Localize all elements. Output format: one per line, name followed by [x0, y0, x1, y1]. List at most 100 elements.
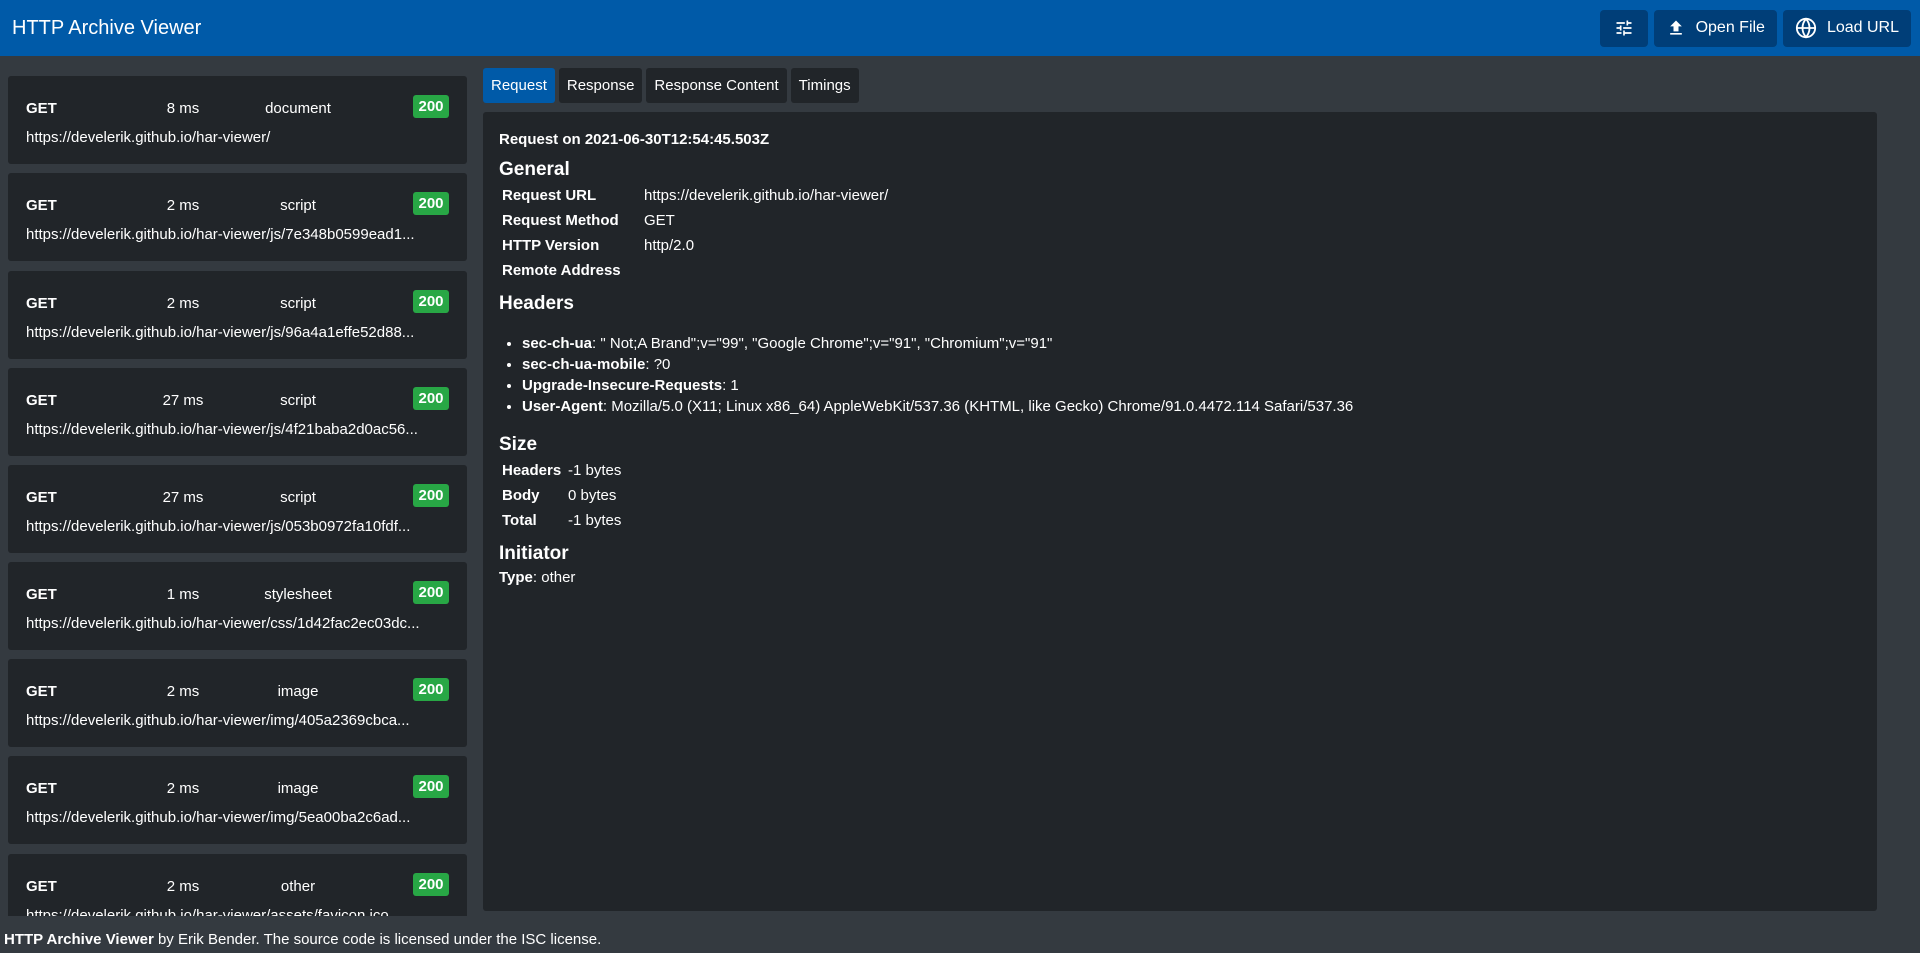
sliders-icon: [1614, 18, 1634, 38]
request-list[interactable]: GET 8 ms document 200 https://develerik.…: [0, 66, 476, 916]
request-item[interactable]: GET 2 ms script 200 https://develerik.gi…: [8, 271, 467, 359]
request-item[interactable]: GET 1 ms stylesheet 200 https://develeri…: [8, 562, 467, 650]
tab-timings[interactable]: Timings: [790, 68, 859, 103]
request-type: script: [280, 392, 316, 409]
general-row: Remote Address: [502, 262, 644, 279]
request-url: https://develerik.github.io/har-viewer/j…: [26, 421, 418, 438]
general-key: Remote Address: [502, 262, 621, 279]
general-heading: General: [499, 159, 570, 180]
size-row: Body 0 bytes: [502, 487, 616, 504]
tab-response-content[interactable]: Response Content: [646, 68, 787, 103]
detail-tabs: Request Response Response Content Timing…: [483, 68, 859, 103]
request-method: GET: [26, 100, 57, 117]
general-value: http/2.0: [644, 237, 695, 254]
general-value: GET: [644, 212, 675, 229]
general-row: Request URL https://develerik.github.io/…: [502, 187, 888, 204]
request-item[interactable]: GET 27 ms script 200 https://develerik.g…: [8, 465, 467, 553]
request-url: https://develerik.github.io/har-viewer/j…: [26, 518, 411, 535]
header-value: : 1: [722, 377, 739, 394]
size-value: 0 bytes: [568, 487, 617, 504]
request-method: GET: [26, 197, 57, 214]
request-url: https://develerik.github.io/har-viewer/i…: [26, 809, 411, 826]
header-item: Upgrade-Insecure-Requests: 1: [522, 375, 1353, 396]
status-badge: 200: [413, 581, 449, 604]
footer-text: by Erik Bender. The source code is licen…: [153, 931, 602, 948]
open-file-label: Open File: [1695, 19, 1765, 36]
request-time: 2 ms: [166, 197, 200, 214]
general-row: Request Method GET: [502, 212, 675, 229]
header-key: sec-ch-ua-mobile: [522, 356, 646, 373]
request-type: other: [280, 878, 316, 895]
status-badge: 200: [413, 678, 449, 701]
headers-heading: Headers: [499, 293, 574, 314]
header-value: : ?0: [645, 356, 671, 373]
initiator-key: Type: [499, 569, 533, 586]
footer-app-name: HTTP Archive Viewer: [4, 931, 154, 948]
initiator-row: Type: other: [499, 569, 575, 586]
load-url-button[interactable]: Load URL: [1782, 9, 1911, 47]
request-detail-panel: Request on 2021-06-30T12:54:45.503Z Gene…: [483, 112, 1877, 911]
request-time: 8 ms: [166, 100, 200, 117]
status-badge: 200: [413, 873, 449, 896]
size-heading: Size: [499, 434, 538, 455]
size-row: Total -1 bytes: [502, 512, 621, 529]
header-item: User-Agent: Mozilla/5.0 (X11; Linux x86_…: [522, 396, 1353, 417]
request-item[interactable]: GET 2 ms image 200 https://develerik.git…: [8, 756, 467, 844]
toolbar: Open File Load URL: [1599, 9, 1911, 47]
request-item[interactable]: GET 8 ms document 200 https://develerik.…: [8, 76, 467, 164]
header-value: : Mozilla/5.0 (X11; Linux x86_64) AppleW…: [602, 398, 1354, 415]
request-url: https://develerik.github.io/har-viewer/: [26, 129, 271, 146]
request-time: 2 ms: [166, 683, 200, 700]
request-method: GET: [26, 780, 57, 797]
open-file-button[interactable]: Open File: [1653, 9, 1777, 47]
initiator-value: : other: [532, 569, 576, 586]
request-method: GET: [26, 683, 57, 700]
status-badge: 200: [413, 290, 449, 313]
request-url: https://develerik.github.io/har-viewer/j…: [26, 226, 415, 243]
status-badge: 200: [413, 95, 449, 118]
header-item: sec-ch-ua: " Not;A Brand";v="99", "Googl…: [522, 333, 1353, 354]
request-type: document: [265, 100, 331, 117]
request-method: GET: [26, 878, 57, 895]
size-value: -1 bytes: [568, 512, 622, 529]
header-key: sec-ch-ua: [522, 335, 593, 352]
request-type: image: [277, 683, 319, 700]
request-item[interactable]: GET 2 ms image 200 https://develerik.git…: [8, 659, 467, 747]
request-time: 2 ms: [166, 878, 200, 895]
request-type: script: [280, 489, 316, 506]
tab-request[interactable]: Request: [483, 68, 555, 103]
status-badge: 200: [413, 775, 449, 798]
globe-icon: [1795, 17, 1817, 39]
status-badge: 200: [413, 484, 449, 507]
status-badge: 200: [413, 387, 449, 410]
request-time: 2 ms: [166, 295, 200, 312]
request-method: GET: [26, 586, 57, 603]
size-key: Body: [502, 487, 540, 504]
request-url: https://develerik.github.io/har-viewer/i…: [26, 712, 410, 729]
footer: HTTP Archive Viewer by Erik Bender. The …: [0, 929, 1920, 953]
initiator-heading: Initiator: [499, 543, 569, 564]
request-item[interactable]: GET 2 ms script 200 https://develerik.gi…: [8, 173, 467, 261]
request-time: 1 ms: [166, 586, 200, 603]
request-item[interactable]: GET 2 ms other 200 https://develerik.git…: [8, 854, 467, 916]
top-bar: HTTP Archive Viewer Open File Load URL: [0, 0, 1920, 56]
tab-response[interactable]: Response: [558, 68, 643, 103]
request-type: image: [277, 780, 319, 797]
request-item[interactable]: GET 27 ms script 200 https://develerik.g…: [8, 368, 467, 456]
request-method: GET: [26, 392, 57, 409]
request-method: GET: [26, 295, 57, 312]
size-value: -1 bytes: [568, 462, 622, 479]
request-time: 27 ms: [162, 392, 204, 409]
request-method: GET: [26, 489, 57, 506]
general-key: HTTP Version: [502, 237, 600, 254]
request-url: https://develerik.github.io/har-viewer/j…: [26, 324, 415, 341]
app-title: HTTP Archive Viewer: [12, 16, 202, 39]
request-time: 27 ms: [162, 489, 204, 506]
general-key: Request URL: [502, 187, 597, 204]
header-key: User-Agent: [522, 398, 603, 415]
request-url: https://develerik.github.io/har-viewer/c…: [26, 615, 420, 632]
size-row: Headers -1 bytes: [502, 462, 621, 479]
header-item: sec-ch-ua-mobile: ?0: [522, 354, 1353, 375]
request-timestamp: Request on 2021-06-30T12:54:45.503Z: [499, 131, 770, 148]
settings-button[interactable]: [1599, 9, 1648, 47]
